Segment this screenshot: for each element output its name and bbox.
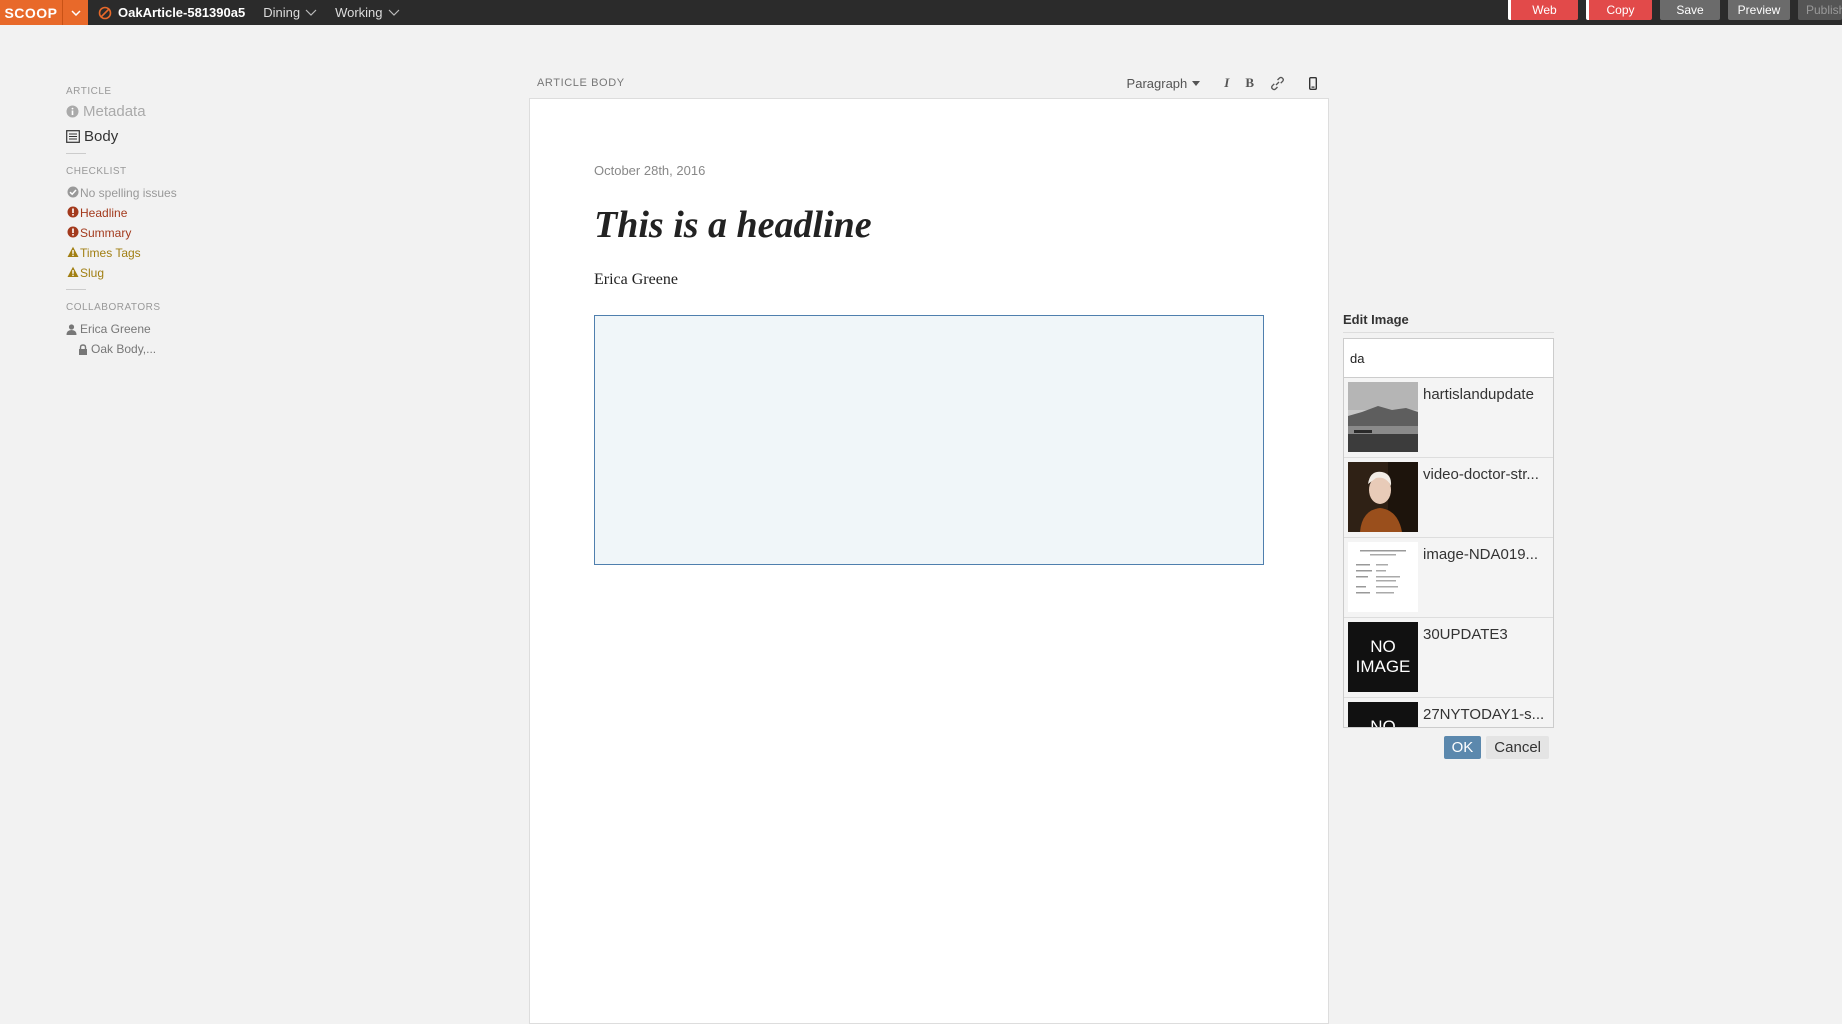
chevron-down-icon — [388, 9, 399, 16]
image-result[interactable]: hartislandupdate — [1344, 378, 1553, 458]
checklist-label: Slug — [80, 266, 105, 280]
bold-button[interactable]: B — [1245, 75, 1254, 91]
article-date: October 28th, 2016 — [594, 163, 706, 178]
publish-button[interactable]: Publish — [1798, 0, 1842, 20]
no-image-text: IMAGE — [1355, 657, 1411, 676]
no-image-text: NO — [1370, 637, 1396, 656]
divider — [66, 153, 86, 154]
image-result-name: 30UPDATE3 — [1423, 626, 1508, 643]
image-result[interactable]: NO IMAGE 30UPDATE3 — [1344, 618, 1553, 698]
no-image-thumbnail: NO IMAGE — [1348, 702, 1418, 728]
image-result-name: 27NYTODAY1-s... — [1423, 706, 1545, 723]
checklist-label: Headline — [80, 206, 128, 220]
checklist-label: Summary — [80, 226, 132, 240]
status-menu[interactable]: Working — [335, 5, 399, 20]
italic-button[interactable]: I — [1224, 75, 1229, 91]
document-title-text: OakArticle-581390a5 — [118, 5, 246, 20]
caret-down-icon — [1192, 80, 1201, 86]
document-title[interactable]: OakArticle-581390a5 — [98, 5, 245, 20]
mobile-preview-icon[interactable] — [1309, 76, 1317, 90]
article-byline[interactable]: Erica Greene — [594, 271, 678, 289]
checklist-item-slug[interactable]: Slug — [66, 263, 206, 283]
locked-section-label: Oak Body,... — [91, 342, 157, 356]
check-circle-icon — [67, 186, 79, 198]
checklist-label: Times Tags — [80, 246, 141, 260]
checklist-item-spelling[interactable]: No spelling issues — [66, 183, 206, 203]
ok-button[interactable]: OK — [1443, 736, 1482, 759]
warning-triangle-icon — [67, 246, 79, 257]
left-sidebar: ARTICLE Metadata Body CHECKLIST No spell… — [66, 86, 206, 359]
top-actions: Web Copy Save Preview Publish — [1500, 0, 1842, 25]
status-menu-label: Working — [335, 5, 383, 20]
scoop-logo[interactable]: SCOOP — [0, 0, 62, 25]
document-thumbnail — [1348, 542, 1418, 612]
image-placeholder[interactable] — [594, 315, 1264, 565]
web-button[interactable]: Web — [1508, 0, 1578, 20]
info-icon — [66, 105, 79, 118]
checklist-item-summary[interactable]: Summary — [66, 223, 206, 243]
save-button[interactable]: Save — [1660, 0, 1720, 20]
document-lines-icon — [66, 130, 80, 143]
nav-metadata[interactable]: Metadata — [66, 103, 206, 120]
image-result-name: video-doctor-str... — [1423, 466, 1539, 483]
nav-body-label: Body — [84, 128, 119, 145]
block-style-value: Paragraph — [1126, 75, 1188, 91]
checklist-item-times-tags[interactable]: Times Tags — [66, 243, 206, 263]
not-published-icon — [98, 6, 112, 19]
divider — [66, 289, 86, 290]
copy-button[interactable]: Copy — [1586, 0, 1652, 20]
editor-header: ARTICLE BODY Paragraph I B — [529, 68, 1329, 98]
error-circle-icon — [67, 226, 79, 238]
edit-image-title: Edit Image — [1343, 312, 1554, 333]
article-section-heading: ARTICLE — [66, 86, 112, 97]
chevron-down-icon — [305, 9, 317, 16]
error-circle-icon — [67, 206, 79, 218]
image-result-name: hartislandupdate — [1423, 386, 1534, 403]
image-result[interactable]: image-NDA019... — [1344, 538, 1553, 618]
checklist-label: No spelling issues — [80, 186, 177, 200]
panel-buttons: OK Cancel — [1343, 736, 1554, 759]
edit-image-panel: Edit Image da hartislandupdate video-doc… — [1343, 312, 1554, 759]
user-icon — [66, 323, 77, 335]
cancel-button[interactable]: Cancel — [1486, 736, 1549, 759]
no-image-thumbnail: NO IMAGE — [1348, 622, 1418, 692]
checklist-item-headline[interactable]: Headline — [66, 203, 206, 223]
top-bar: SCOOP OakArticle-581390a5 Dining Working… — [0, 0, 1842, 25]
link-icon[interactable] — [1270, 76, 1285, 91]
collaborators-heading: COLLABORATORS — [66, 302, 161, 313]
nav-metadata-label: Metadata — [83, 103, 146, 120]
editor-section-label: ARTICLE BODY — [537, 77, 625, 89]
format-toolbar: Paragraph I B — [1111, 68, 1329, 98]
collaborator-name: Erica Greene — [80, 322, 151, 336]
preview-button[interactable]: Preview — [1728, 0, 1790, 20]
warning-triangle-icon — [67, 266, 79, 277]
section-menu-label: Dining — [263, 5, 301, 20]
article-body-editor[interactable]: October 28th, 2016 This is a headline Er… — [529, 98, 1329, 1024]
image-search-input[interactable]: da — [1343, 338, 1554, 378]
landscape-photo-thumbnail — [1348, 382, 1418, 452]
article-headline[interactable]: This is a headline — [594, 203, 872, 247]
app-menu-chevron-icon[interactable] — [62, 0, 88, 25]
no-image-text: NO — [1370, 717, 1396, 728]
portrait-photo-thumbnail — [1348, 462, 1418, 532]
collaborator-item: Erica Greene — [66, 319, 206, 339]
block-style-dropdown[interactable]: Paragraph — [1127, 76, 1201, 91]
image-result[interactable]: video-doctor-str... — [1344, 458, 1553, 538]
image-results-list[interactable]: hartislandupdate video-doctor-str... ima… — [1343, 378, 1554, 728]
checklist-heading: CHECKLIST — [66, 166, 127, 177]
image-result-name: image-NDA019... — [1423, 546, 1539, 563]
image-result[interactable]: NO IMAGE 27NYTODAY1-s... — [1344, 698, 1553, 728]
section-menu[interactable]: Dining — [263, 5, 317, 20]
lock-icon — [79, 343, 87, 355]
locked-section-item: Oak Body,... — [66, 339, 206, 359]
nav-body[interactable]: Body — [66, 128, 206, 145]
